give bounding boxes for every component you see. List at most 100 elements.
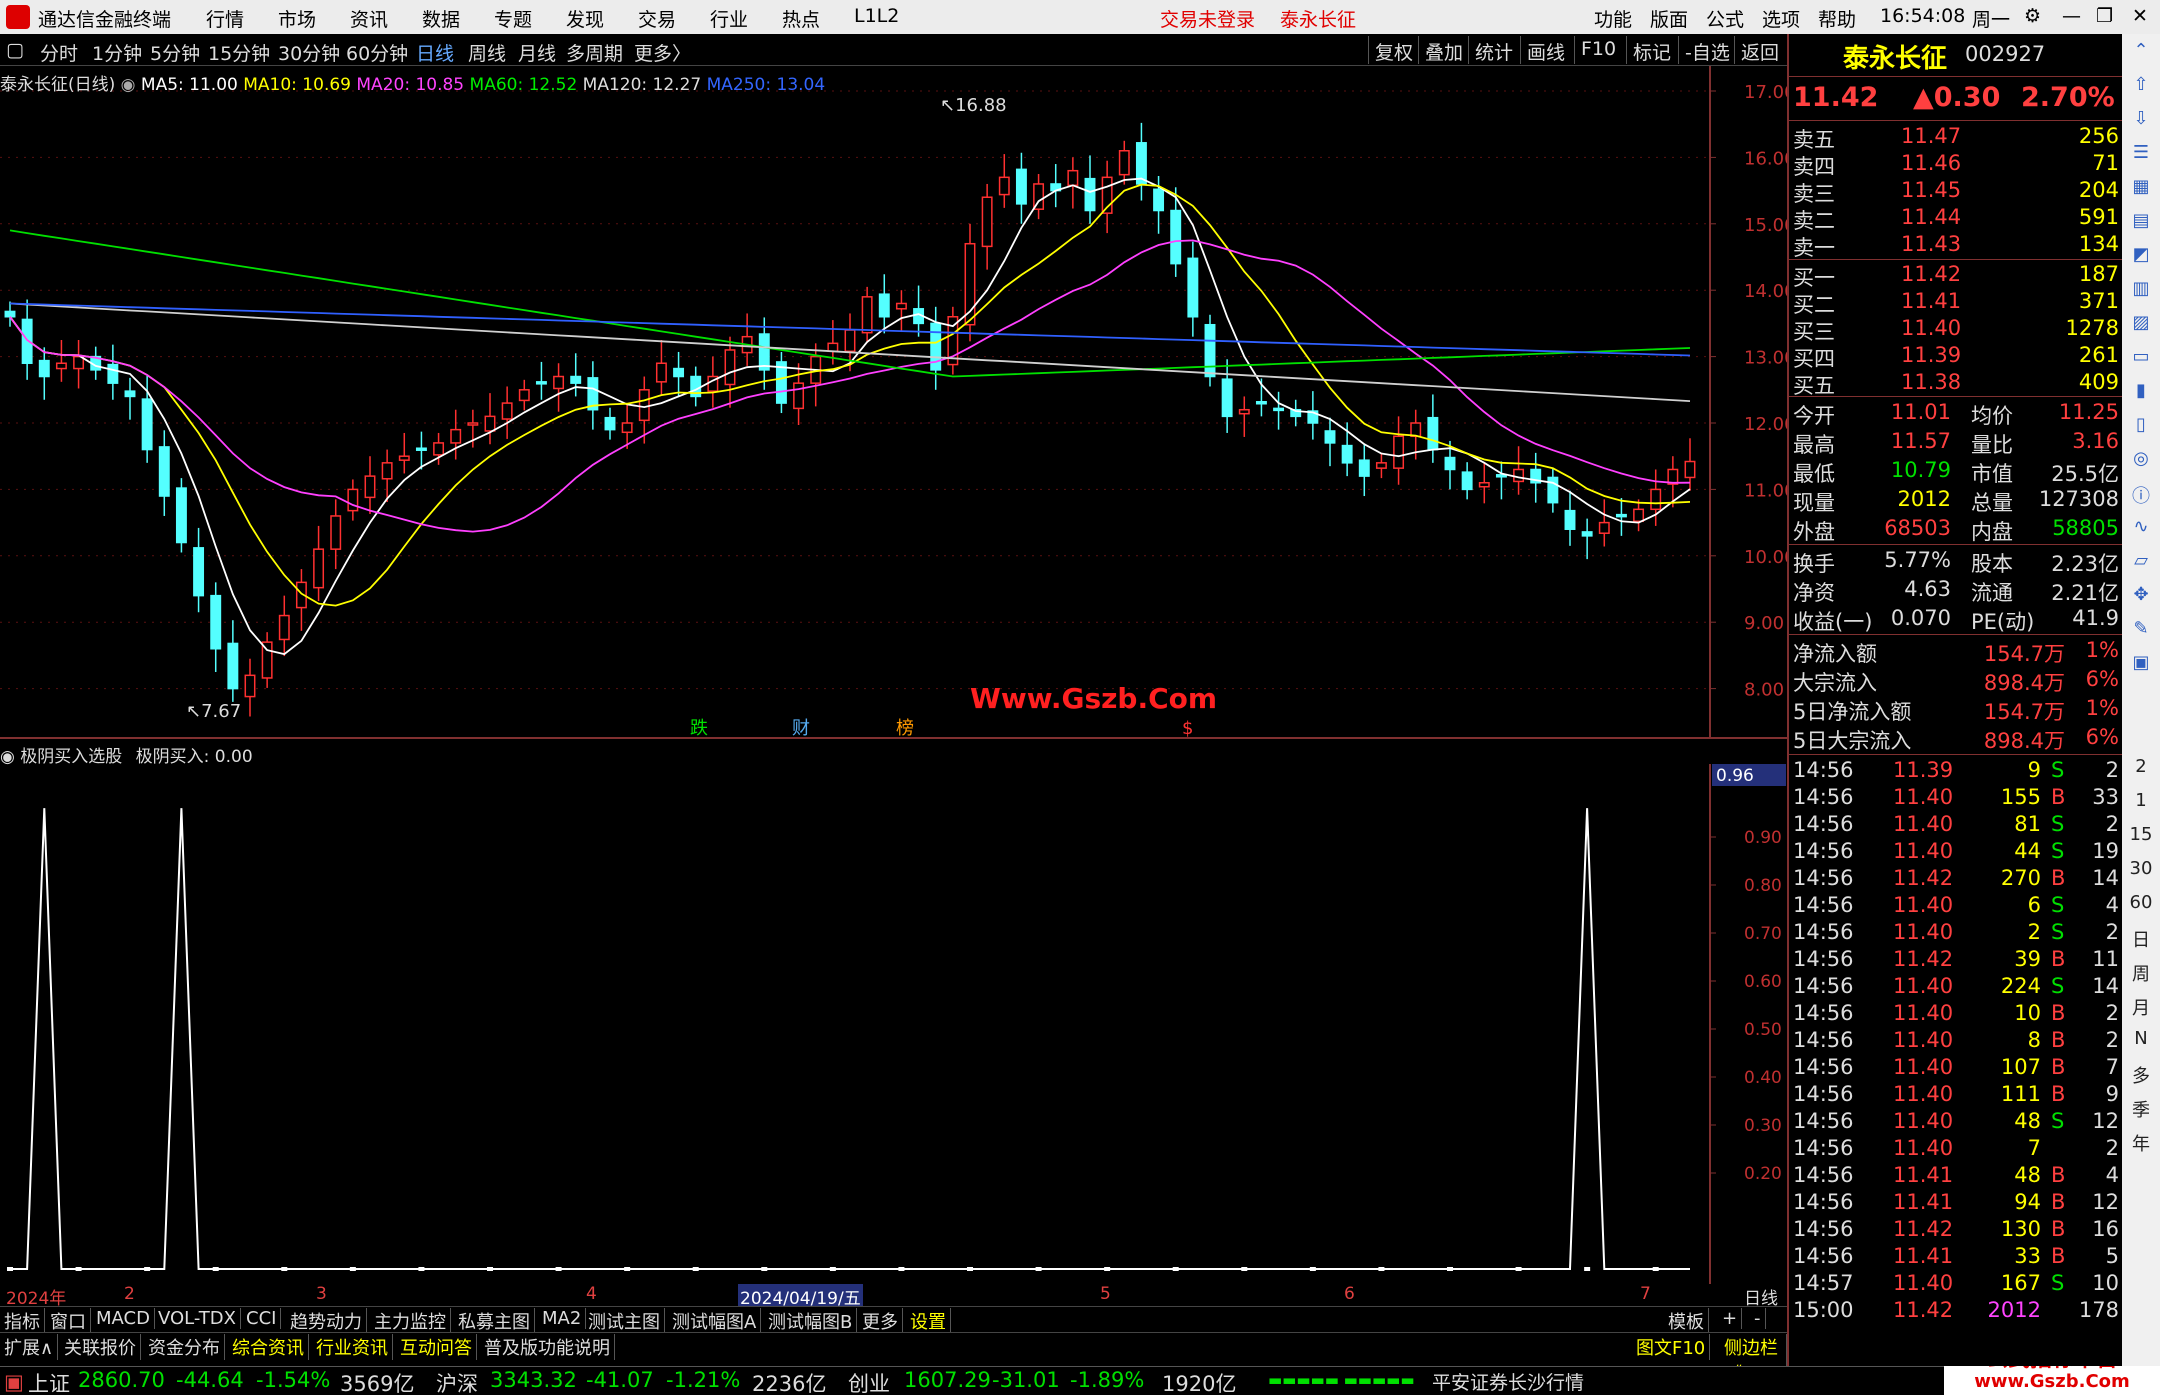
stat-row[interactable]: 净资 4.63 流通 2.21亿 <box>1793 577 2119 605</box>
bid-row[interactable]: 买一 11.42 187 <box>1793 262 2119 290</box>
tab-item[interactable]: 指标 <box>0 1308 45 1334</box>
candle[interactable] <box>535 361 547 400</box>
candle[interactable] <box>210 582 222 672</box>
tick-row[interactable]: 14:56 11.40 10 B 2 <box>1793 1001 2119 1028</box>
ask-row[interactable]: 卖一 11.43 134 <box>1793 232 2119 260</box>
period-shortcut-button[interactable]: 季 <box>2127 1096 2155 1124</box>
ask-row[interactable]: 卖四 11.46 71 <box>1793 151 2119 179</box>
period-tab[interactable]: 5分钟 <box>150 39 200 66</box>
period-shortcut-button[interactable]: 日 <box>2127 926 2155 954</box>
menu-item[interactable]: 行业 <box>710 5 748 32</box>
tab-item[interactable]: 私募主图 <box>454 1308 535 1334</box>
doc-icon[interactable]: ▭ <box>2127 346 2155 374</box>
tick-row[interactable]: 14:56 11.41 94 B 12 <box>1793 1190 2119 1217</box>
bars-icon[interactable]: ▮ <box>2127 380 2155 408</box>
event-marker[interactable]: $ <box>1182 718 1193 739</box>
period-tab[interactable]: 15分钟 <box>208 39 270 66</box>
period-tab[interactable]: 1分钟 <box>92 39 142 66</box>
period-tab-active[interactable]: 日线 <box>416 39 454 66</box>
candle[interactable] <box>1118 140 1130 185</box>
tab-item[interactable]: 趋势动力 <box>286 1308 367 1334</box>
candle[interactable] <box>981 183 993 270</box>
period-shortcut-button[interactable]: 60 <box>2127 892 2155 920</box>
candle[interactable] <box>1615 498 1627 536</box>
candle[interactable] <box>1547 467 1559 513</box>
up-icon[interactable]: ⇧ <box>2127 74 2155 102</box>
stat-row[interactable]: 外盘 68503 内盘 58805 <box>1793 516 2119 544</box>
candle[interactable] <box>1170 187 1182 277</box>
candle[interactable] <box>518 379 530 411</box>
bar-icon[interactable]: ◩ <box>2127 244 2155 272</box>
template-button[interactable]: 模板 <box>1664 1308 1709 1334</box>
toolbar-button[interactable]: 返回 <box>1734 36 1785 64</box>
tab-item[interactable]: 资金分布 <box>144 1334 225 1360</box>
stat-row[interactable]: 最低 10.79 市值 25.5亿 <box>1793 458 2119 486</box>
candle[interactable] <box>1564 490 1576 546</box>
candle[interactable] <box>775 351 787 414</box>
menu-item[interactable]: 专题 <box>494 5 532 32</box>
period-tab[interactable]: 30分钟 <box>278 39 340 66</box>
tick-row[interactable]: 14:56 11.40 224 S 14 <box>1793 974 2119 1001</box>
candle[interactable] <box>1513 446 1525 495</box>
event-marker[interactable]: 跌 <box>690 718 708 739</box>
candlestick-svg[interactable]: 17.00 16.00 15.00 14.00 13.00 12.00 11.00 10.00… <box>0 66 1787 739</box>
period-tab[interactable]: 多周期 <box>566 39 623 66</box>
bid-row[interactable]: 买四 11.39 261 <box>1793 343 2119 371</box>
toolbar-button[interactable]: -自选 <box>1678 36 1736 64</box>
candle[interactable] <box>1101 160 1113 234</box>
candle[interactable] <box>450 409 462 460</box>
tab-item[interactable]: 更多 <box>858 1308 903 1334</box>
i-icon[interactable]: ⓘ <box>2127 482 2155 510</box>
remove-button[interactable]: - <box>1750 1308 1766 1329</box>
stat-row[interactable]: 换手 5.77% 股本 2.23亿 <box>1793 548 2119 576</box>
tick-row[interactable]: 14:56 11.40 111 B 9 <box>1793 1082 2119 1109</box>
candle[interactable] <box>810 343 822 407</box>
candle[interactable] <box>553 363 565 412</box>
stat-row[interactable]: 收益(一) 0.070 PE(动) 41.9 <box>1793 606 2119 634</box>
tick-row[interactable]: 14:56 11.42 39 B 11 <box>1793 947 2119 974</box>
tab-item[interactable]: 测试幅图A <box>668 1308 762 1334</box>
candle[interactable] <box>175 478 187 553</box>
period-shortcut-button[interactable]: 年 <box>2127 1130 2155 1158</box>
candle[interactable] <box>38 347 50 400</box>
candle[interactable] <box>1307 391 1319 440</box>
tick-row[interactable]: 14:56 11.40 81 S 2 <box>1793 812 2119 839</box>
candle[interactable] <box>347 479 359 521</box>
candle[interactable] <box>655 340 667 396</box>
candle[interactable] <box>398 432 410 474</box>
candle[interactable] <box>570 353 582 397</box>
candle[interactable] <box>73 340 85 389</box>
candle[interactable] <box>861 286 873 343</box>
stat-row[interactable]: 最高 11.57 量比 3.16 <box>1793 429 2119 457</box>
dropdown-icon[interactable]: ◉ <box>121 75 136 95</box>
tab-item[interactable]: 互动问答 <box>396 1334 477 1360</box>
candle[interactable] <box>124 377 136 420</box>
login-status[interactable]: 交易未登录 <box>1160 5 1255 32</box>
candle[interactable] <box>1015 152 1027 224</box>
candle[interactable] <box>1530 452 1542 503</box>
candle[interactable] <box>415 431 427 470</box>
menu-item[interactable]: L1L2 <box>854 5 899 27</box>
menu-item[interactable]: 发现 <box>566 5 604 32</box>
candle[interactable] <box>1478 462 1490 504</box>
index-name[interactable]: 沪深 <box>436 1368 478 1395</box>
period-tab[interactable]: 60分钟 <box>346 39 408 66</box>
period-shortcut-button[interactable]: 15 <box>2127 824 2155 852</box>
candle[interactable] <box>1461 462 1473 500</box>
menu-item[interactable]: 行情 <box>206 5 244 32</box>
toolbar-button[interactable]: 标记 <box>1626 36 1677 64</box>
indicator-chart[interactable]: 0.90 0.80 0.70 0.60 0.50 0.40 0.30 0.20 0.96 <box>0 764 1787 1284</box>
period-shortcut-button[interactable]: 2 <box>2127 756 2155 784</box>
tick-row[interactable]: 14:56 11.42 130 B 16 <box>1793 1217 2119 1244</box>
stat-row[interactable]: 今开 11.01 均价 11.25 <box>1793 400 2119 428</box>
candle[interactable] <box>604 407 616 440</box>
period-shortcut-button[interactable]: 周 <box>2127 960 2155 988</box>
candle[interactable] <box>913 285 925 337</box>
menu-item[interactable]: 选项 <box>1762 5 1800 32</box>
candle[interactable] <box>1187 241 1199 337</box>
menu-item[interactable]: 版面 <box>1650 5 1688 32</box>
pen-icon[interactable]: ✎ <box>2127 618 2155 646</box>
flow-row[interactable]: 大宗流入 898.4万 6% <box>1793 667 2119 695</box>
period-tab[interactable]: 更多〉 <box>634 39 691 66</box>
tab-item[interactable]: 行业资讯 <box>312 1334 393 1360</box>
